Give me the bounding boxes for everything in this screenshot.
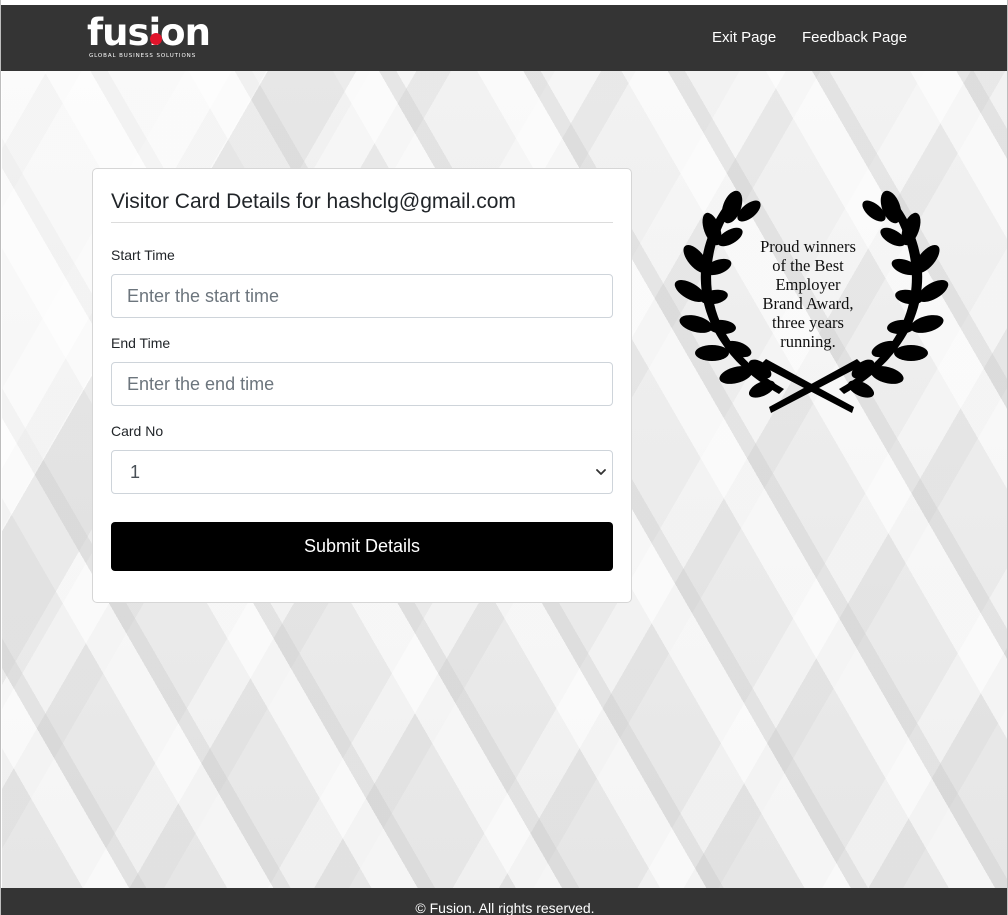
award-line: Brand Award, [762,294,854,313]
card-no-label: Card No [111,423,164,439]
award-line: of the Best [772,256,844,275]
fusion-logo[interactable]: fusion GLOBAL BUSINESS SOLUTIONS [87,11,211,65]
footer: © Fusion. All rights reserved. [1,888,1007,915]
nav-exit-page-link[interactable]: Exit Page [712,29,776,46]
submit-details-button[interactable]: Submit Details [111,522,613,571]
page: fusion GLOBAL BUSINESS SOLUTIONS Exit Pa… [0,0,1008,915]
chevron-down-icon [596,469,606,475]
main-content: Visitor Card Details for hashclg@gmail.c… [2,71,1007,888]
end-time-label: End Time [111,335,171,351]
card-no-select[interactable]: 1 [111,450,613,494]
visitor-card-form: Visitor Card Details for hashclg@gmail.c… [92,168,632,603]
card-no-selected-value: 1 [130,462,141,482]
award-line: Proud winners [760,237,856,256]
logo-wordmark: fusion [87,11,211,54]
start-time-input[interactable] [111,274,613,318]
title-divider [111,222,613,223]
logo-tagline: GLOBAL BUSINESS SOLUTIONS [89,53,197,59]
nav-feedback-page-link[interactable]: Feedback Page [802,29,907,46]
start-time-label: Start Time [111,247,175,263]
end-time-input[interactable] [111,362,613,406]
award-line: running. [780,332,836,351]
logo-red-dot [150,33,162,45]
award-badge: Proud winners of the Best Employer Brand… [674,189,949,419]
navbar: fusion GLOBAL BUSINESS SOLUTIONS Exit Pa… [1,5,1007,71]
award-line: three years [772,313,844,332]
footer-copyright: © Fusion. All rights reserved. [415,900,595,915]
award-text: Proud winners of the Best Employer Brand… [744,237,872,351]
form-title: Visitor Card Details for hashclg@gmail.c… [111,190,516,213]
award-line: Employer [775,275,841,294]
